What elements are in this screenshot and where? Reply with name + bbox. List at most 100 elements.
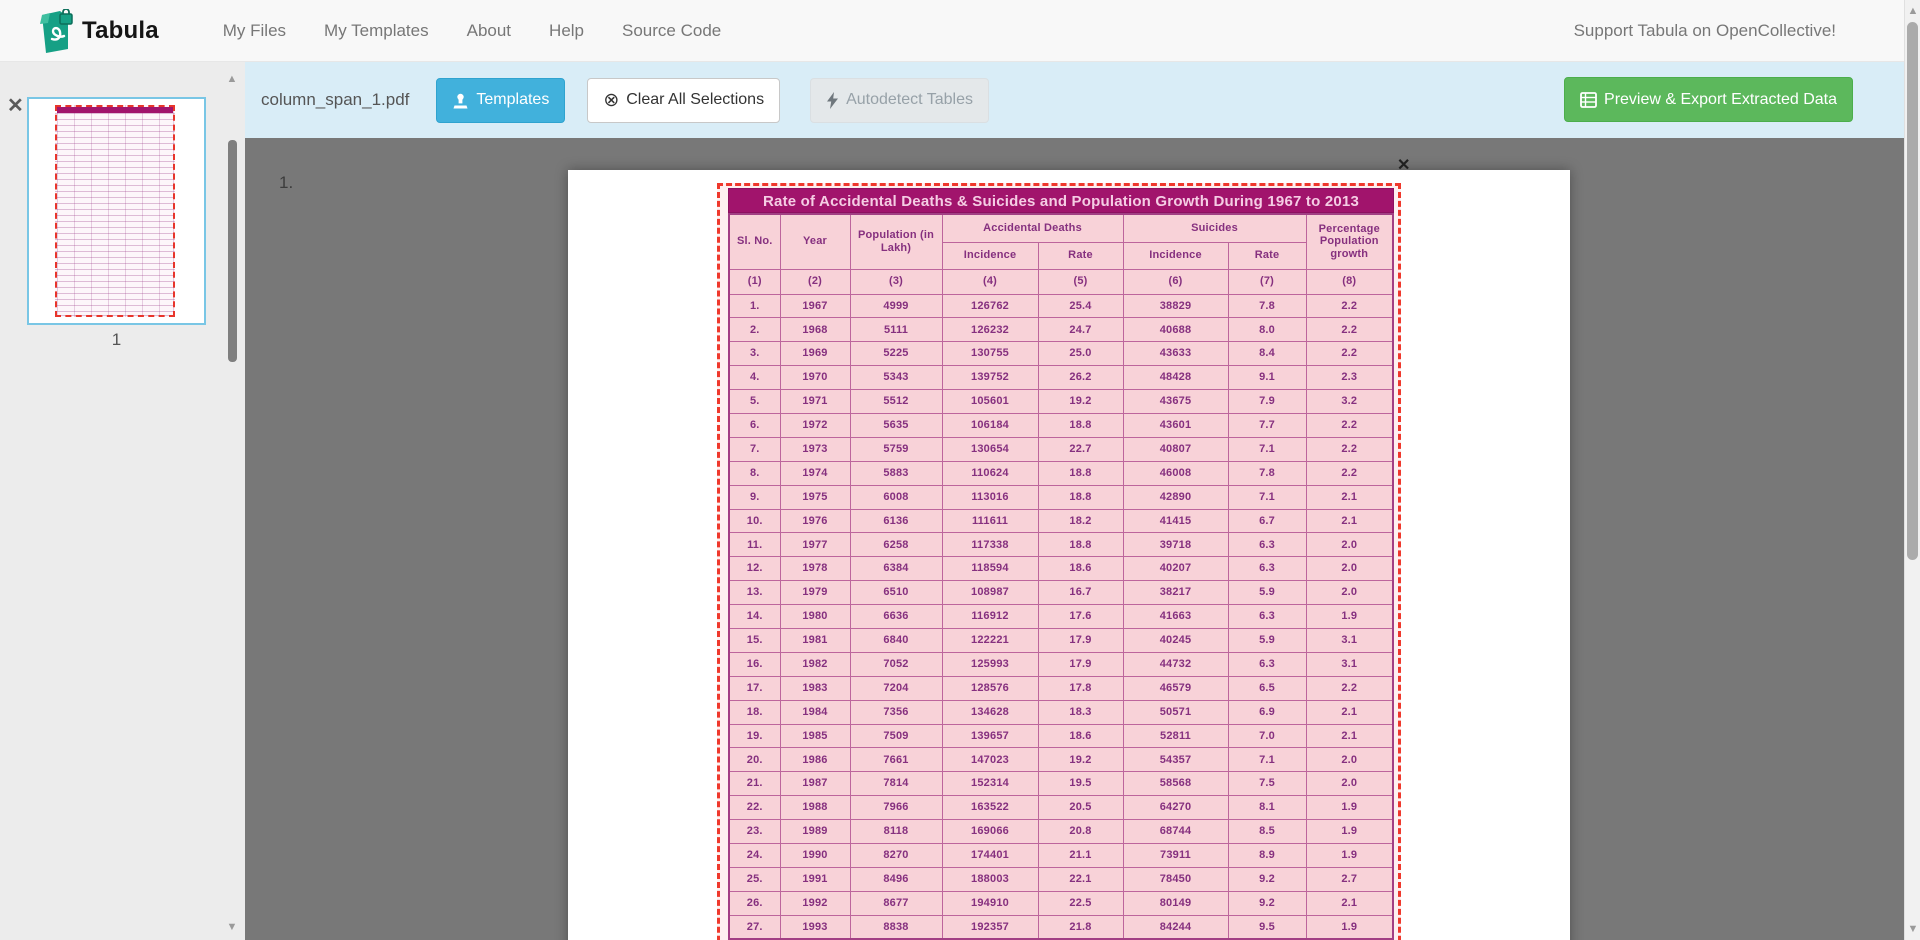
table-row: 16.1982705212599317.9447326.33.1 <box>729 652 1393 676</box>
table-cell: 52811 <box>1123 724 1228 748</box>
table-cell: 116912 <box>942 605 1038 629</box>
table-cell: 17.9 <box>1038 652 1123 676</box>
table-cell: 2.2 <box>1306 342 1393 366</box>
table-row: 8.1974588311062418.8460087.82.2 <box>729 461 1393 485</box>
table-cell: 22.5 <box>1038 891 1123 915</box>
selection-close-icon[interactable]: ✕ <box>1397 158 1410 174</box>
table-cell: 40207 <box>1123 557 1228 581</box>
table-cell: 8.5 <box>1228 820 1306 844</box>
scroll-up-icon[interactable]: ▲ <box>1905 3 1920 19</box>
nav-items: My Files My Templates About Help Source Code <box>223 21 721 41</box>
table-cell: 8118 <box>850 820 942 844</box>
table-cell: 1993 <box>780 915 850 939</box>
table-title: Rate of Accidental Deaths & Suicides and… <box>728 188 1394 213</box>
document-workspace: 1. ✕ Rate of Accidental Deaths & Suicide… <box>245 138 1904 940</box>
table-cell: 106184 <box>942 413 1038 437</box>
table-cell: 7.9 <box>1228 390 1306 414</box>
table-cell: 7509 <box>850 724 942 748</box>
table-cell: 19.5 <box>1038 772 1123 796</box>
table-cell: 2.2 <box>1306 676 1393 700</box>
table-cell: 7.1 <box>1228 748 1306 772</box>
autodetect-tables-label: Autodetect Tables <box>846 91 973 109</box>
sidebar-scroll-up-icon[interactable]: ▲ <box>225 72 239 86</box>
remove-file-icon[interactable]: ✕ <box>7 96 24 116</box>
table-cell: 25.0 <box>1038 342 1123 366</box>
main-scrollbar[interactable]: ▲ ▼ <box>1904 0 1920 940</box>
table-cell: 20. <box>729 748 780 772</box>
table-cell: 46008 <box>1123 461 1228 485</box>
table-cell: 8838 <box>850 915 942 939</box>
table-cell: 2.1 <box>1306 700 1393 724</box>
table-cell: 24. <box>729 843 780 867</box>
table-cell: 152314 <box>942 772 1038 796</box>
table-cell: 6258 <box>850 533 942 557</box>
table-header-cell: Sl. No. <box>729 214 780 269</box>
scroll-down-icon[interactable]: ▼ <box>1905 921 1920 937</box>
sidebar-scroll-thumb[interactable] <box>228 140 237 362</box>
table-cell: 1989 <box>780 820 850 844</box>
clear-selections-button[interactable]: ⊗ Clear All Selections <box>587 78 780 123</box>
table-header-cell: Suicides <box>1123 214 1306 242</box>
table-cell: 78450 <box>1123 867 1228 891</box>
tabula-logo-icon <box>38 9 74 53</box>
table-cell: 21.1 <box>1038 843 1123 867</box>
table-cell: 1977 <box>780 533 850 557</box>
table-cell: 6.5 <box>1228 676 1306 700</box>
table-cell: 1971 <box>780 390 850 414</box>
table-cell: 2. <box>729 318 780 342</box>
autodetect-tables-button[interactable]: Autodetect Tables <box>810 78 989 123</box>
table-cell: 1. <box>729 294 780 318</box>
scroll-thumb[interactable] <box>1907 22 1918 560</box>
table-cell: 5635 <box>850 413 942 437</box>
table-subheader-cell: Incidence <box>1123 242 1228 269</box>
brand-link[interactable]: Tabula <box>38 9 159 53</box>
table-row: 24.1990827017440121.1739118.91.9 <box>729 843 1393 867</box>
table-cell: 7.8 <box>1228 461 1306 485</box>
table-row: 22.1988796616352220.5642708.11.9 <box>729 796 1393 820</box>
table-row: 19.1985750913965718.6528117.02.1 <box>729 724 1393 748</box>
table-cell: 1.9 <box>1306 605 1393 629</box>
preview-export-button[interactable]: Preview & Export Extracted Data <box>1564 77 1853 122</box>
table-header-cell: Accidental Deaths <box>942 214 1123 242</box>
table-cell: 113016 <box>942 485 1038 509</box>
table-row: 5.1971551210560119.2436757.93.2 <box>729 390 1393 414</box>
nav-item-source-code[interactable]: Source Code <box>622 21 721 41</box>
table-cell: 12. <box>729 557 780 581</box>
nav-item-my-files[interactable]: My Files <box>223 21 286 41</box>
table-cell: 7. <box>729 437 780 461</box>
table-cell: 18.6 <box>1038 724 1123 748</box>
support-link[interactable]: Support Tabula on OpenCollective! <box>1574 21 1836 41</box>
table-index-cell: (2) <box>780 269 850 294</box>
table-cell: 22.1 <box>1038 867 1123 891</box>
table-cell: 18.6 <box>1038 557 1123 581</box>
table-subheader-cell: Incidence <box>942 242 1038 269</box>
table-cell: 8.4 <box>1228 342 1306 366</box>
table-row: 4.1970534313975226.2484289.12.3 <box>729 366 1393 390</box>
table-cell: 2.3 <box>1306 366 1393 390</box>
table-cell: 2.0 <box>1306 557 1393 581</box>
table-cell: 110624 <box>942 461 1038 485</box>
table-cell: 7.5 <box>1228 772 1306 796</box>
nav-item-my-templates[interactable]: My Templates <box>324 21 429 41</box>
table-cell: 21. <box>729 772 780 796</box>
table-cell: 19. <box>729 724 780 748</box>
table-row: 18.1984735613462818.3505716.92.1 <box>729 700 1393 724</box>
templates-button[interactable]: Templates <box>436 78 565 123</box>
table-cell: 8.9 <box>1228 843 1306 867</box>
table-cell: 105601 <box>942 390 1038 414</box>
table-cell: 43601 <box>1123 413 1228 437</box>
table-cell: 1980 <box>780 605 850 629</box>
table-cell: 1979 <box>780 581 850 605</box>
table-cell: 1.9 <box>1306 843 1393 867</box>
sidebar-scroll-down-icon[interactable]: ▼ <box>225 920 239 934</box>
nav-item-help[interactable]: Help <box>549 21 584 41</box>
table-cell: 130755 <box>942 342 1038 366</box>
table-cell: 24.7 <box>1038 318 1123 342</box>
table-header-cell: Percentage Population growth <box>1306 214 1393 269</box>
table-cell: 188003 <box>942 867 1038 891</box>
table-cell: 1975 <box>780 485 850 509</box>
table-cell: 1985 <box>780 724 850 748</box>
page-thumbnail[interactable] <box>27 97 206 325</box>
table-row: 26.1992867719491022.5801499.22.1 <box>729 891 1393 915</box>
nav-item-about[interactable]: About <box>467 21 511 41</box>
